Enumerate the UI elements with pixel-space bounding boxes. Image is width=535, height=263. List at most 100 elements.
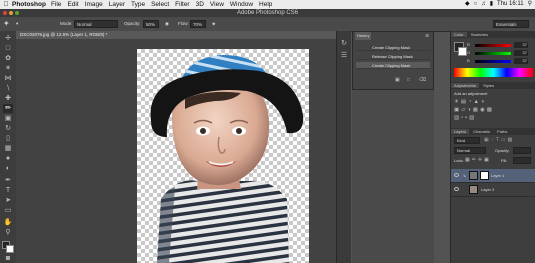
layer-name[interactable]: Layer 2 bbox=[481, 183, 494, 196]
color-tab[interactable]: Color bbox=[451, 32, 467, 37]
adjustment-icons-row-2[interactable]: ▣▱◑▦◉▩ bbox=[454, 107, 494, 113]
clock-text[interactable]: Thu 16:11 bbox=[497, 0, 524, 9]
move-tool-icon[interactable]: ✛ bbox=[3, 34, 13, 43]
pressure-opacity-icon[interactable]: ◉ bbox=[165, 17, 169, 31]
menu-type[interactable]: Type bbox=[131, 0, 145, 9]
history-entry[interactable]: Release Clipping Mask bbox=[356, 53, 430, 60]
path-selection-tool-icon[interactable]: ➤ bbox=[3, 196, 13, 205]
layers-empty-area bbox=[451, 197, 535, 263]
blue-channel-label: B bbox=[467, 58, 470, 63]
layer-name[interactable]: Layer 1 bbox=[491, 169, 504, 182]
red-value-field[interactable]: 37 bbox=[514, 42, 528, 48]
paths-tab[interactable]: Paths bbox=[494, 129, 510, 134]
layer-mask-thumbnail[interactable] bbox=[480, 171, 489, 180]
blur-tool-icon[interactable]: ● bbox=[3, 154, 13, 163]
healing-brush-tool-icon[interactable]: ✚ bbox=[3, 94, 13, 103]
opacity-field[interactable]: 50% bbox=[143, 20, 159, 28]
app-menu[interactable]: Photoshop bbox=[12, 0, 46, 9]
clone-stamp-tool-icon[interactable]: ▣ bbox=[3, 114, 13, 123]
workspace-select[interactable]: Essentials bbox=[493, 20, 529, 28]
layer-row[interactable]: . ↳ Layer 1 bbox=[451, 169, 535, 183]
blend-mode-select[interactable]: Normal bbox=[454, 147, 486, 154]
tools-panel: ✛ □ ✿ ✶ ⋈ ∖ ✚ ✏ ▣ ↻ ▯ ▦ ● ◐ ✒ T ➤ ▭ ✋ ⚲ … bbox=[0, 31, 17, 263]
hand-tool-icon[interactable]: ✋ bbox=[3, 218, 13, 227]
new-document-from-state-icon[interactable]: □ bbox=[407, 77, 410, 83]
apple-icon[interactable]:  bbox=[0, 0, 12, 9]
new-snapshot-icon[interactable]: ▣ bbox=[395, 77, 400, 83]
brush-tool-icon[interactable]: ✏ bbox=[3, 104, 13, 113]
layer-filter-kind-select[interactable]: Kind bbox=[454, 137, 480, 144]
adjustments-tab[interactable]: Adjustments bbox=[451, 83, 480, 88]
gradient-tool-icon[interactable]: ▦ bbox=[3, 144, 13, 153]
history-panel-menu-icon[interactable]: ☰ bbox=[423, 32, 431, 40]
history-entry[interactable]: Create Clipping Mask bbox=[356, 44, 430, 51]
adjustment-icons-row-3[interactable]: ▧▫▪▨ bbox=[454, 115, 476, 121]
layer-opacity-label: Opacity: bbox=[495, 148, 510, 153]
layer-thumbnail[interactable] bbox=[469, 185, 478, 194]
history-panel-icon[interactable]: ↻ bbox=[339, 39, 349, 48]
document-image[interactable] bbox=[137, 49, 309, 263]
menu-file[interactable]: File bbox=[51, 0, 61, 9]
type-tool-icon[interactable]: T bbox=[3, 186, 13, 195]
crop-tool-icon[interactable]: ⋈ bbox=[3, 74, 13, 83]
dropbox-icon[interactable]: ◆ bbox=[465, 0, 470, 9]
green-slider[interactable] bbox=[475, 52, 511, 55]
wifi-icon[interactable]: ○ bbox=[474, 0, 478, 9]
properties-panel-icon[interactable]: ☰ bbox=[339, 51, 349, 60]
flow-field[interactable]: 70% bbox=[190, 20, 206, 28]
menu-3d[interactable]: 3D bbox=[196, 0, 204, 9]
menu-help[interactable]: Help bbox=[259, 0, 272, 9]
quick-mask-icon[interactable]: ◙ bbox=[3, 254, 13, 263]
battery-icon[interactable]: ▮ bbox=[490, 0, 493, 9]
history-entry-current[interactable]: Create Clipping Mask bbox=[356, 62, 430, 69]
shape-tool-icon[interactable]: ▭ bbox=[3, 206, 13, 215]
lasso-tool-icon[interactable]: ✿ bbox=[3, 54, 13, 63]
brush-size-picker[interactable]: ▾ bbox=[16, 17, 18, 31]
history-brush-tool-icon[interactable]: ↻ bbox=[3, 124, 13, 133]
layer-fill-field[interactable] bbox=[513, 157, 531, 164]
quick-select-tool-icon[interactable]: ✶ bbox=[3, 64, 13, 73]
eraser-tool-icon[interactable]: ▯ bbox=[3, 134, 13, 143]
visibility-eye-icon[interactable]: . bbox=[454, 187, 459, 191]
layer-row[interactable]: . Layer 2 bbox=[451, 183, 535, 197]
channels-tab[interactable]: Channels bbox=[470, 129, 493, 134]
panel-dock-icons: ↻ ☰ bbox=[336, 31, 351, 263]
blue-slider[interactable] bbox=[475, 60, 511, 63]
layer-opacity-field[interactable] bbox=[513, 147, 531, 154]
green-value-field[interactable]: 37 bbox=[514, 50, 528, 56]
airbrush-icon[interactable]: ◈ bbox=[212, 17, 215, 31]
layers-tab[interactable]: Layers bbox=[451, 129, 470, 134]
spotlight-icon[interactable]: ⚲ bbox=[528, 0, 532, 9]
volume-icon[interactable]: ♫ bbox=[481, 0, 486, 9]
pen-tool-icon[interactable]: ✒ bbox=[3, 176, 13, 185]
delete-state-icon[interactable]: ⌫ bbox=[419, 77, 426, 83]
menu-image[interactable]: Image bbox=[85, 0, 103, 9]
brush-tool-preset-icon[interactable]: ✦ bbox=[3, 17, 10, 31]
menu-view[interactable]: View bbox=[210, 0, 224, 9]
menu-layer[interactable]: Layer bbox=[109, 0, 125, 9]
dodge-tool-icon[interactable]: ◐ bbox=[3, 164, 13, 173]
visibility-eye-icon[interactable]: . bbox=[454, 173, 459, 177]
document-tab-title: DSC02076.jpg @ 12.5% (Layer 1, RGB/8) * bbox=[20, 32, 108, 37]
blue-value-field[interactable]: 37 bbox=[514, 58, 528, 64]
background-color-swatch[interactable] bbox=[6, 245, 14, 253]
styles-tab[interactable]: Styles bbox=[480, 83, 497, 88]
mode-label: Mode: bbox=[60, 21, 73, 26]
color-spectrum-bar[interactable] bbox=[454, 68, 533, 77]
history-tab[interactable]: History bbox=[355, 32, 372, 40]
menu-window[interactable]: Window bbox=[230, 0, 253, 9]
layer-filter-icons[interactable]: ▣◌T▭▩ bbox=[484, 137, 514, 143]
red-slider[interactable] bbox=[475, 44, 511, 47]
swatches-tab[interactable]: Swatches bbox=[468, 32, 491, 37]
menu-select[interactable]: Select bbox=[151, 0, 169, 9]
zoom-tool-icon[interactable]: ⚲ bbox=[3, 228, 13, 237]
menu-filter[interactable]: Filter bbox=[175, 0, 189, 9]
lock-icons[interactable]: ▦✏✛▣ bbox=[465, 157, 491, 163]
mode-select[interactable]: Normal bbox=[74, 20, 118, 28]
layer-thumbnail[interactable] bbox=[469, 171, 478, 180]
adjustment-icons-row-1[interactable]: ☀▤◔▲◑ bbox=[454, 99, 486, 105]
marquee-tool-icon[interactable]: □ bbox=[3, 44, 13, 53]
eyedropper-tool-icon[interactable]: ∖ bbox=[3, 84, 13, 93]
color-panel-background-swatch[interactable] bbox=[458, 47, 467, 56]
menu-edit[interactable]: Edit bbox=[67, 0, 78, 9]
